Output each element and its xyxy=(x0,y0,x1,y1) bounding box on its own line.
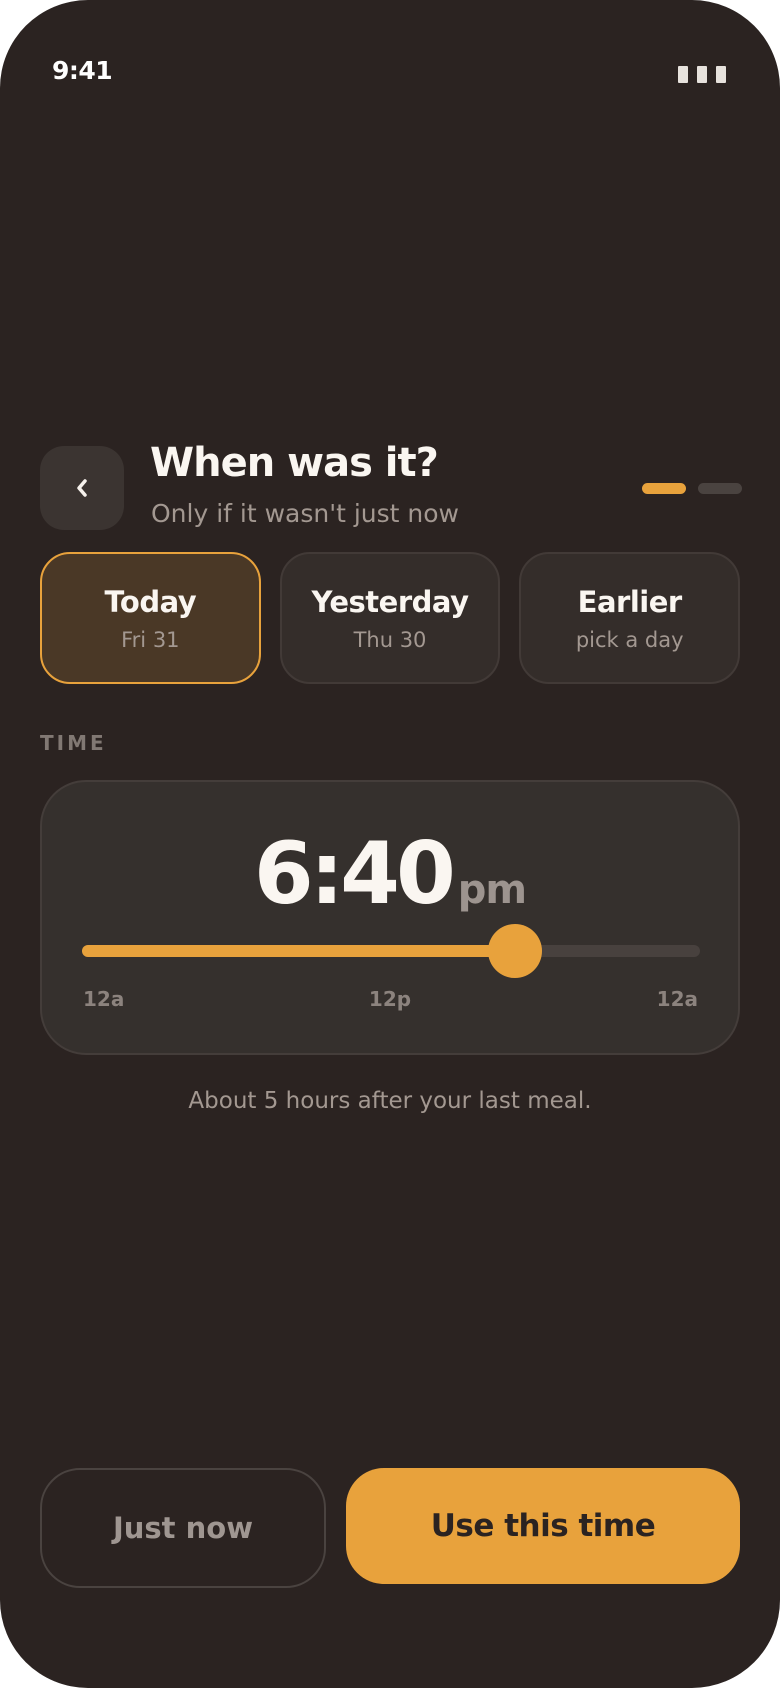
day-option-label: Yesterday xyxy=(311,584,469,619)
day-option-label: Today xyxy=(104,584,197,619)
slider-tick-end: 12a xyxy=(656,987,698,1011)
slider-fill xyxy=(82,945,515,957)
day-option-date: Thu 30 xyxy=(353,627,427,652)
page-title: When was it? xyxy=(150,440,439,486)
time-hint: About 5 hours after your last meal. xyxy=(188,1088,592,1114)
day-option-date: Fri 31 xyxy=(121,627,180,652)
slider-tick-middle: 12p xyxy=(368,987,412,1011)
time-ampm: pm xyxy=(457,867,527,913)
time-value: 6:40 xyxy=(253,824,456,924)
page-subtitle: Only if it wasn't just now xyxy=(151,499,460,528)
time-display: 6:40 pm xyxy=(42,824,738,924)
day-option-yesterday[interactable]: Yesterday Thu 30 xyxy=(279,552,501,684)
time-picker-card: 6:40 pm 12a 12p 12a xyxy=(40,780,740,1055)
day-option-date: pick a day xyxy=(575,627,684,652)
back-button[interactable] xyxy=(40,446,124,530)
battery-icon xyxy=(678,66,726,83)
chevron-left-icon xyxy=(77,479,87,497)
step-dot-2 xyxy=(698,483,742,494)
step-dot-1 xyxy=(642,483,686,494)
phone-screen: 9:41 When was it? Only if it wasn't just… xyxy=(0,0,780,1688)
day-option-earlier[interactable]: Earlier pick a day xyxy=(519,552,741,684)
slider-thumb[interactable] xyxy=(487,924,542,978)
day-option-today[interactable]: Today Fri 31 xyxy=(40,552,261,684)
status-time: 9:41 xyxy=(52,56,113,85)
time-section-label: TIME xyxy=(40,731,107,755)
step-indicator xyxy=(642,483,742,494)
use-this-time-button[interactable]: Use this time xyxy=(346,1468,740,1584)
time-slider[interactable] xyxy=(82,924,700,978)
just-now-button[interactable]: Just now xyxy=(40,1468,326,1588)
day-selector: Today Fri 31 Yesterday Thu 30 Earlier pi… xyxy=(40,552,741,684)
day-option-label: Earlier xyxy=(577,584,683,619)
